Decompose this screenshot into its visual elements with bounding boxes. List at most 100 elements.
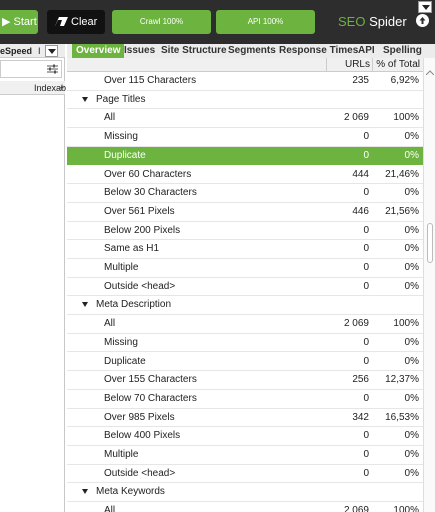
app-logo: SEO Spider <box>338 13 407 31</box>
eraser-icon <box>55 17 68 26</box>
row-urls: 0 <box>363 187 369 199</box>
table-row[interactable]: All 2 069 100% <box>67 315 423 334</box>
table-row[interactable]: All 2 069 100% <box>67 502 423 512</box>
table-row[interactable]: Same as H1 0 0% <box>67 240 423 259</box>
tab-next[interactable]: I <box>38 44 41 58</box>
caret-down-icon[interactable] <box>82 96 88 102</box>
table-row[interactable]: Duplicate 0 0% <box>67 146 423 166</box>
table-row[interactable]: Over 985 Pixels 342 16,53% <box>67 409 423 428</box>
tab-issues[interactable]: Issues <box>124 44 155 58</box>
vertical-scrollbar[interactable] <box>423 58 435 512</box>
row-urls: 2 069 <box>343 112 369 124</box>
table-row[interactable]: Below 70 Characters 0 0% <box>67 390 423 409</box>
table-row[interactable]: Over 561 Pixels 446 21,56% <box>67 203 423 222</box>
up-arrow-icon[interactable] <box>416 14 429 27</box>
filter-sliders-icon <box>47 64 58 74</box>
row-pct: 100% <box>393 112 419 124</box>
row-urls <box>326 483 372 501</box>
play-icon: ▶ <box>2 16 11 28</box>
tab-spelling[interactable]: Spelling <box>383 44 422 58</box>
clear-label: Clear <box>71 16 98 28</box>
caret-down-icon[interactable] <box>82 489 88 495</box>
row-label: Below 70 Characters <box>104 392 197 404</box>
table-row[interactable]: All 2 069 100% <box>67 109 423 129</box>
row-pct: 0% <box>404 430 419 442</box>
row-label: Multiple <box>104 449 139 460</box>
row-urls: 0 <box>363 243 369 255</box>
row-pct: 100% <box>393 505 419 512</box>
row-pct: 21,46% <box>385 168 419 180</box>
table-row[interactable]: Over 60 Characters 444 21,46% <box>67 166 423 185</box>
left-panel-tabs: eSpeed I <box>0 44 65 58</box>
table-row[interactable]: Below 400 Pixels 0 0% <box>67 427 423 446</box>
tab-api[interactable]: API <box>358 44 375 58</box>
crawl-progress-bar: Crawl 100% <box>112 10 211 34</box>
row-pct: 0% <box>404 336 419 348</box>
column-pct-total[interactable]: % of Total <box>372 58 423 72</box>
row-urls: 0 <box>363 336 369 348</box>
start-label: Start <box>13 16 37 28</box>
row-pct: 21,56% <box>385 205 419 217</box>
section-row[interactable]: Meta Description <box>67 296 423 316</box>
row-urls: 0 <box>363 149 369 161</box>
start-button[interactable]: ▶ Start <box>0 10 38 34</box>
left-tabs-dropdown[interactable] <box>45 45 58 57</box>
table-row[interactable]: Multiple 0 0% <box>67 259 423 278</box>
table-row[interactable]: Below 30 Characters 0 0% <box>67 184 423 203</box>
row-label: Outside <head> <box>104 280 176 292</box>
row-pct: 0% <box>404 467 419 479</box>
row-urls: 0 <box>363 449 369 460</box>
row-urls: 0 <box>363 430 369 442</box>
add-column-button[interactable]: + <box>59 81 64 95</box>
top-toolbar: ▶ Start Clear Crawl 100% API 100% SEO Sp… <box>0 0 435 44</box>
row-urls: 0 <box>363 467 369 479</box>
row-pct: 0% <box>404 131 419 143</box>
table-row[interactable]: Outside <head> 0 0% <box>67 278 423 297</box>
table-row[interactable]: Missing 0 0% <box>67 128 423 147</box>
logo-spider: Spider <box>365 14 407 29</box>
row-label: Missing <box>104 131 138 143</box>
tabs-dropdown[interactable] <box>418 1 432 13</box>
row-label: All <box>104 505 116 512</box>
scrollbar-thumb[interactable] <box>427 223 433 263</box>
table-row[interactable]: Duplicate 0 0% <box>67 353 423 372</box>
row-label: Outside <head> <box>104 467 176 479</box>
left-panel-column-header: Indexab + <box>0 81 66 95</box>
row-pct <box>372 91 423 109</box>
filter-input[interactable] <box>0 60 62 78</box>
logo-seo: SEO <box>338 14 366 29</box>
table-row[interactable]: Missing 0 0% <box>67 334 423 353</box>
row-label: Duplicate <box>104 149 146 161</box>
row-urls <box>326 91 372 109</box>
row-label: Missing <box>104 336 138 348</box>
api-progress-label: API 100% <box>247 17 284 26</box>
tab-overview[interactable]: Overview <box>72 44 125 58</box>
row-label: All <box>104 112 116 124</box>
tab-site-structure[interactable]: Site Structure <box>161 44 227 58</box>
tab-response-times[interactable]: Response Times <box>279 44 358 58</box>
row-urls: 0 <box>363 280 369 292</box>
column-urls[interactable]: URLs <box>326 58 372 72</box>
row-urls: 235 <box>352 75 369 86</box>
chevron-down-icon <box>48 49 56 54</box>
row-label: Over 561 Pixels <box>104 205 175 217</box>
caret-down-icon[interactable] <box>82 302 88 308</box>
table-row[interactable]: Outside <head> 0 0% <box>67 465 423 484</box>
section-row[interactable]: Meta Keywords <box>67 483 423 503</box>
row-pct: 0% <box>404 243 419 255</box>
row-urls: 446 <box>352 205 369 217</box>
section-row[interactable]: Page Titles <box>67 90 423 110</box>
clear-button[interactable]: Clear <box>47 10 105 34</box>
table-row[interactable]: Below 200 Pixels 0 0% <box>67 222 423 241</box>
table-row[interactable]: Over 115 Characters 235 6,92% <box>67 72 423 91</box>
tab-pagespeed[interactable]: eSpeed <box>0 44 32 58</box>
overview-tabs: Overview Issues Site Structure Segments … <box>67 44 435 58</box>
table-row[interactable]: Over 155 Characters 256 12,37% <box>67 371 423 390</box>
left-panel: eSpeed I Indexab + <box>0 44 66 512</box>
row-label: Same as H1 <box>104 243 160 255</box>
scroll-up-icon[interactable] <box>426 70 434 75</box>
tab-segments[interactable]: Segments <box>228 44 276 58</box>
row-label: Over 115 Characters <box>104 75 197 86</box>
api-progress-bar: API 100% <box>216 10 315 34</box>
table-row[interactable]: Multiple 0 0% <box>67 446 423 465</box>
